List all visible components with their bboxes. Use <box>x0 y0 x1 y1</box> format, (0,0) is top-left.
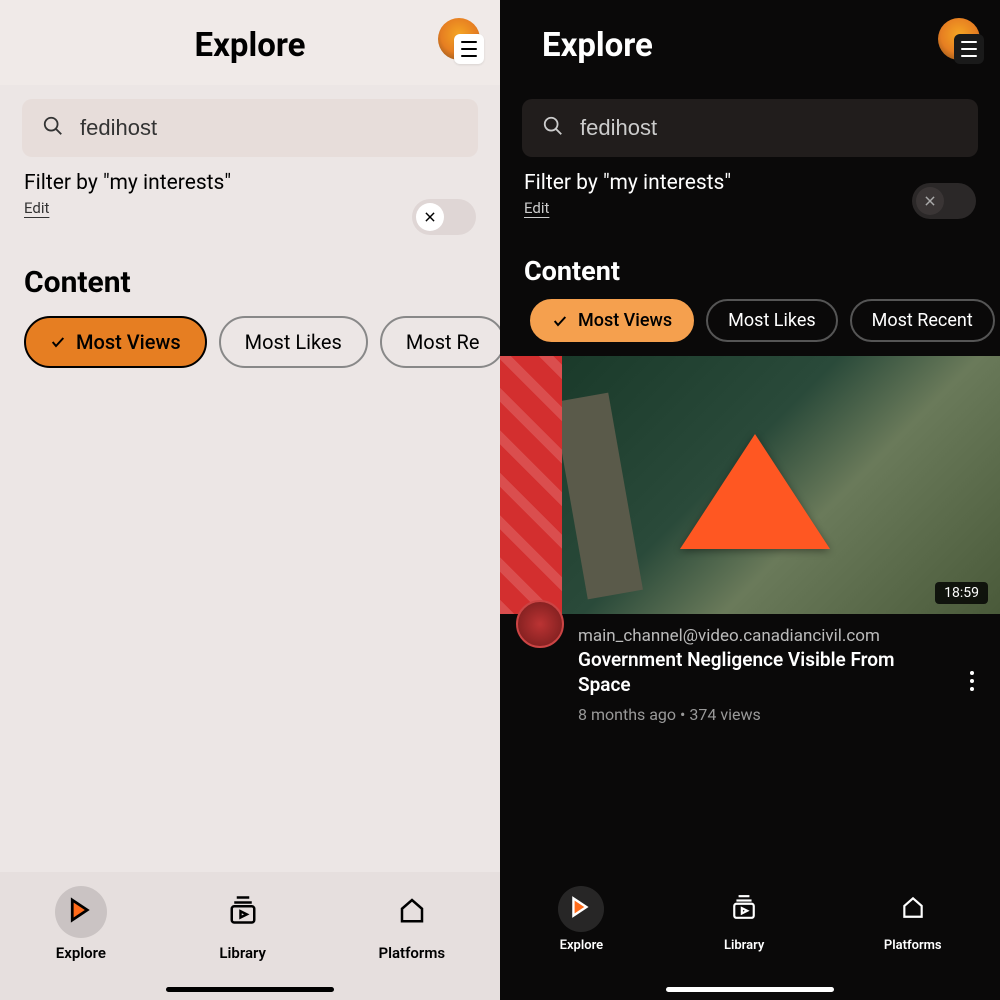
close-icon <box>916 187 944 215</box>
chip-label: Most Re <box>406 330 480 354</box>
chip-most-likes[interactable]: Most Likes <box>219 316 368 368</box>
platforms-icon <box>900 894 926 924</box>
nav-explore[interactable]: Explore <box>558 886 604 953</box>
nav-label: Platforms <box>378 944 445 962</box>
search-box[interactable] <box>22 99 478 157</box>
avatar[interactable] <box>938 18 980 60</box>
library-icon <box>228 895 258 929</box>
nav-label: Library <box>724 938 764 953</box>
platforms-icon <box>397 895 427 929</box>
explore-icon <box>66 895 96 929</box>
nav-platforms[interactable]: Platforms <box>884 886 942 953</box>
bottom-nav: Explore Library Platforms <box>0 872 500 1000</box>
menu-button[interactable] <box>954 34 984 64</box>
header: Explore <box>0 0 500 85</box>
menu-button[interactable] <box>454 34 484 64</box>
check-icon <box>552 313 568 329</box>
explore-icon <box>568 894 594 924</box>
home-indicator <box>666 987 834 992</box>
page-title: Explore <box>195 26 306 65</box>
filter-label: Filter by "my interests" <box>24 171 476 195</box>
filter-toggle[interactable] <box>412 199 476 235</box>
bottom-nav: Explore Library Platforms <box>500 872 1000 1000</box>
more-button[interactable] <box>960 626 984 724</box>
edit-filter-link[interactable]: Edit <box>524 199 549 217</box>
video-title[interactable]: Government Negligence Visible From Space <box>578 648 946 697</box>
nav-explore[interactable]: Explore <box>55 886 107 962</box>
chip-label: Most Views <box>578 310 672 331</box>
search-icon <box>42 115 64 141</box>
channel-name[interactable]: main_channel@video.canadiancivil.com <box>578 626 946 646</box>
chip-label: Most Likes <box>728 310 815 331</box>
duration-badge: 18:59 <box>935 582 988 604</box>
header: Explore <box>500 0 1000 85</box>
search-input[interactable] <box>80 115 458 141</box>
search-input[interactable] <box>580 115 958 141</box>
channel-avatar[interactable] <box>516 600 564 648</box>
home-indicator <box>166 987 334 992</box>
content-heading: Content <box>500 217 1000 299</box>
chip-most-likes[interactable]: Most Likes <box>706 299 837 342</box>
video-card[interactable]: 18:59 main_channel@video.canadiancivil.c… <box>500 356 1000 724</box>
video-stats: 8 months ago • 374 views <box>578 705 946 724</box>
nav-platforms[interactable]: Platforms <box>378 886 445 962</box>
chip-label: Most Views <box>76 330 181 354</box>
library-icon <box>731 894 757 924</box>
nav-label: Explore <box>56 944 106 962</box>
video-thumbnail[interactable]: 18:59 <box>500 356 1000 614</box>
chip-most-views[interactable]: Most Views <box>24 316 207 368</box>
edit-filter-link[interactable]: Edit <box>24 199 49 217</box>
close-icon <box>416 203 444 231</box>
nav-library[interactable]: Library <box>721 886 767 953</box>
page-title: Explore <box>520 26 980 65</box>
chip-most-views[interactable]: Most Views <box>530 299 694 342</box>
filter-label: Filter by "my interests" <box>524 171 976 195</box>
filter-toggle[interactable] <box>912 183 976 219</box>
nav-label: Library <box>219 944 266 962</box>
search-icon <box>542 115 564 141</box>
chip-label: Most Recent <box>872 310 973 331</box>
check-icon <box>50 334 66 350</box>
chip-label: Most Likes <box>245 330 342 354</box>
chip-most-recent[interactable]: Most Recent <box>850 299 995 342</box>
chip-most-recent[interactable]: Most Re <box>380 316 500 368</box>
avatar[interactable] <box>438 18 480 60</box>
nav-label: Explore <box>560 938 604 953</box>
nav-library[interactable]: Library <box>217 886 269 962</box>
search-box[interactable] <box>522 99 978 157</box>
nav-label: Platforms <box>884 938 942 953</box>
